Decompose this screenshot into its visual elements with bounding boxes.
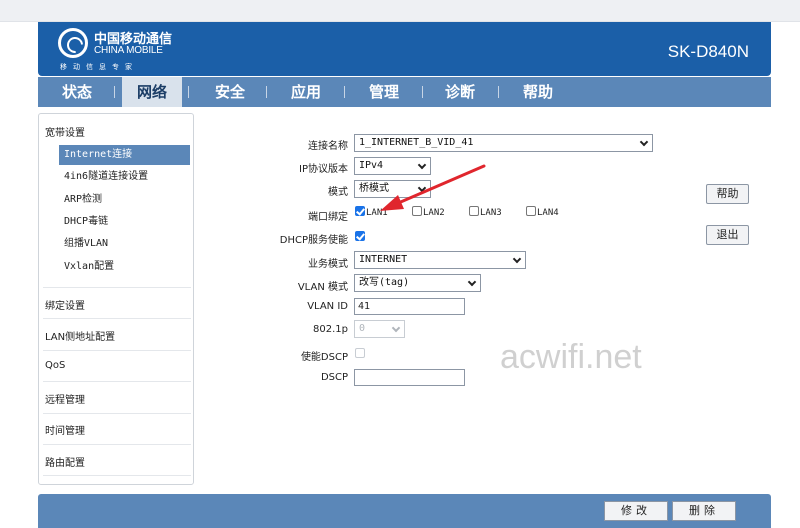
nav-security[interactable]: 安全 [198,77,262,107]
device-model: SK-D840N [667,42,749,61]
annotation-arrow-icon [380,164,486,211]
sidebar-divider [43,381,191,382]
chevron-down-icon [512,254,522,264]
chevron-down-icon [391,323,401,333]
china-mobile-logo-icon [58,28,88,58]
sidebar-group-lan-address[interactable]: LAN侧地址配置 [45,328,115,343]
sidebar-item-vxlan[interactable]: Vxlan配置 [59,257,190,277]
nav-network[interactable]: 网络 [122,77,182,107]
vlan-mode-select[interactable]: 改写(tag) [354,274,481,292]
nav-separator [114,86,115,98]
vlan-mode-label: VLAN 模式 [297,282,348,293]
sidebar-divider [43,350,191,351]
nav-application[interactable]: 应用 [274,77,338,107]
chevron-down-icon [639,137,649,147]
dot1p-select[interactable]: 0 [354,320,405,338]
nav-separator [266,86,267,98]
sidebar: 宽带设置 Internet连接 4in6隧道连接设置 ARP检测 DHCP毒链 … [38,113,194,485]
china-mobile-logo: 中国移动通信 CHINA MOBILE 移动信息专家 [58,26,188,72]
sidebar-group-qos[interactable]: QoS [45,360,65,371]
nav-separator [498,86,499,98]
connection-name-value: 1_INTERNET_B_VID_41 [359,137,474,148]
sidebar-divider [43,413,191,414]
connection-name-label: 连接名称 [308,141,348,152]
modify-button[interactable]: 修改 [604,501,668,521]
sidebar-group-binding[interactable]: 绑定设置 [45,297,85,312]
delete-button[interactable]: 删除 [672,501,736,521]
vlan-id-label: VLAN ID [307,301,348,312]
nav-separator [422,86,423,98]
logo-slogan: 移动信息专家 [60,63,138,71]
dscp-label: DSCP [320,372,348,383]
sidebar-group-remote-management[interactable]: 远程管理 [45,391,85,406]
sidebar-item-arp[interactable]: ARP检测 [59,190,190,210]
nav-help[interactable]: 帮助 [506,77,570,107]
nav-diagnostics[interactable]: 诊断 [428,77,492,107]
dscp-enable-checkbox[interactable] [355,348,365,358]
service-mode-value: INTERNET [359,254,408,265]
help-button[interactable]: 帮助 [706,184,749,204]
browser-top-strip [0,0,800,22]
sidebar-divider [43,318,191,319]
dot1p-label: 802.1p [313,324,348,335]
footer-bar: 修改 删除 [38,494,771,528]
sidebar-divider [43,475,191,476]
chevron-down-icon [467,277,477,287]
nav-status[interactable]: 状态 [46,77,108,107]
dhcp-enable-label: DHCP服务使能 [279,235,348,246]
connection-name-select[interactable]: 1_INTERNET_B_VID_41 [354,134,653,152]
nav-separator [188,86,189,98]
vlan-id-input[interactable]: 41 [354,298,465,315]
nav-management[interactable]: 管理 [352,77,416,107]
vlan-mode-value: 改写(tag) [359,277,410,288]
port-bind-label: 端口绑定 [308,212,348,223]
ip-version-label: IP协议版本 [299,164,348,175]
sidebar-group-broadband[interactable]: 宽带设置 [45,124,85,139]
dhcp-enable-checkbox[interactable] [355,231,365,241]
sidebar-item-multicast-vlan[interactable]: 组播VLAN [59,234,190,254]
dscp-input[interactable] [354,369,465,386]
sidebar-item-4in6[interactable]: 4in6隧道连接设置 [59,167,190,187]
lan4-checkbox[interactable] [526,206,536,216]
sidebar-divider [43,444,191,445]
sidebar-group-routing[interactable]: 路由配置 [45,454,85,469]
dot1p-value: 0 [359,323,366,334]
service-mode-select[interactable]: INTERNET [354,251,526,269]
logout-button[interactable]: 退出 [706,225,749,245]
lan4-label: LAN4 [537,208,559,218]
header-banner: 中国移动通信 CHINA MOBILE 移动信息专家 SK-D840N [38,22,771,76]
nav-separator [344,86,345,98]
watermark: acwifi.net [500,338,642,376]
mode-label: 模式 [328,187,348,198]
lan1-checkbox[interactable] [355,206,365,216]
dscp-enable-label: 使能DSCP [300,352,348,363]
sidebar-divider [43,287,191,288]
sidebar-group-time-management[interactable]: 时间管理 [45,422,85,437]
sidebar-item-internet[interactable]: Internet连接 [59,145,190,165]
logo-english-text: CHINA MOBILE [94,45,163,56]
service-mode-label: 业务模式 [308,259,348,270]
sidebar-item-dhcp[interactable]: DHCP毒链 [59,212,190,232]
main-nav: 状态 网络 安全 应用 管理 诊断 帮助 [38,77,771,107]
